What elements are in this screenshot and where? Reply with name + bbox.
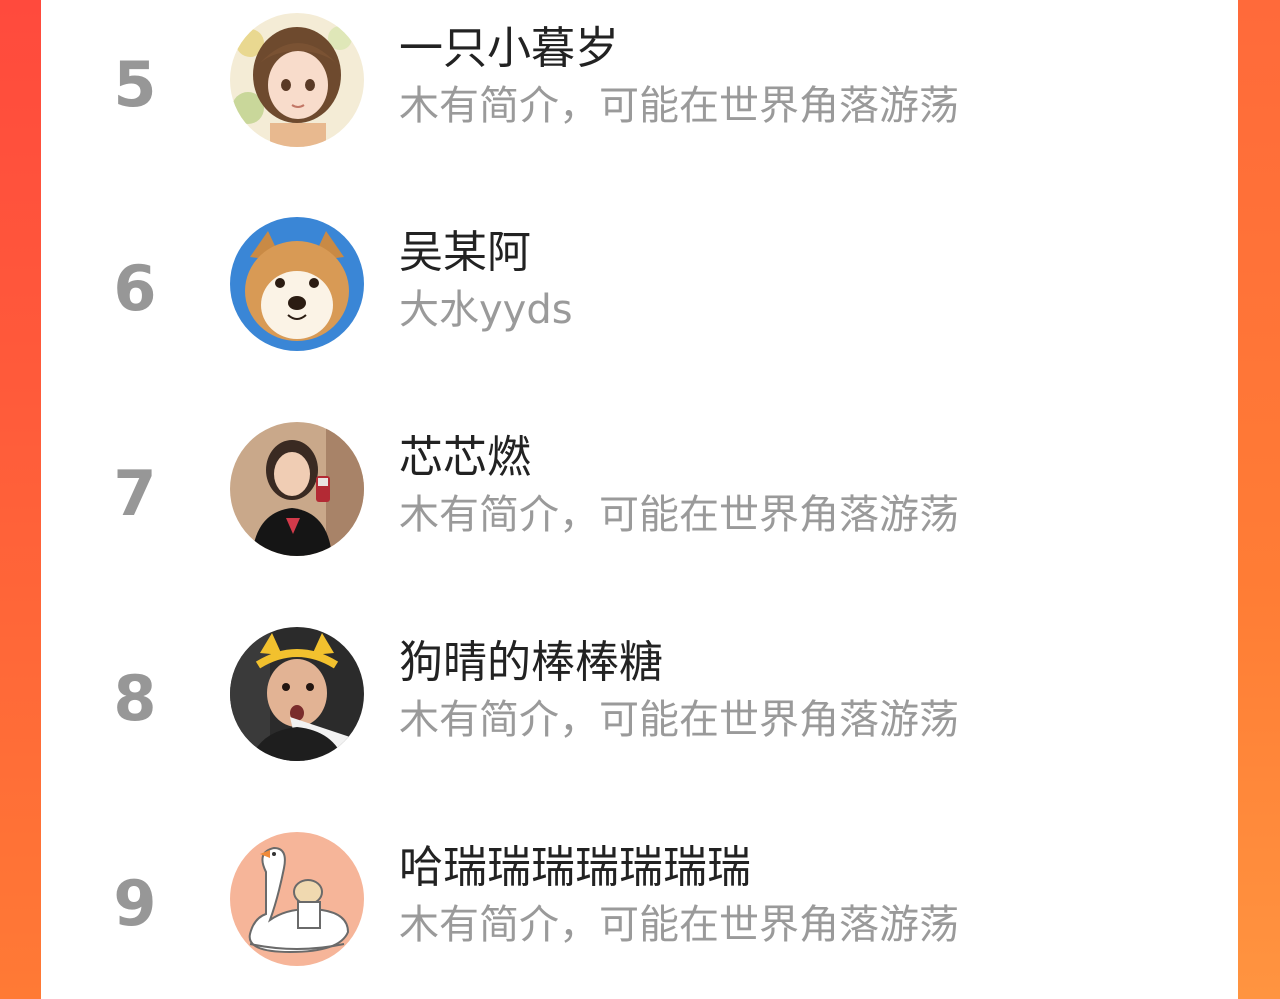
user-name[interactable]: 吴某阿: [399, 231, 531, 275]
user-name[interactable]: 一只小暮岁: [399, 27, 619, 71]
ranking-list-panel: 5 一只小暮岁 木有简介，可能在世界角落游荡 6 吴某阿 大水yyds 7 芯芯…: [41, 0, 1238, 999]
rank-number: 5: [113, 48, 157, 121]
swan-illustration-avatar-icon[interactable]: [230, 832, 364, 966]
background-accent-right: [1236, 0, 1280, 999]
rank-number: 6: [113, 252, 157, 325]
rank-number: 9: [113, 867, 157, 940]
user-name[interactable]: 芯芯燃: [399, 436, 531, 480]
user-bio: 木有简介，可能在世界角落游荡: [399, 902, 959, 948]
rank-number: 8: [113, 662, 157, 735]
rank-number: 7: [113, 457, 157, 530]
user-bio: 木有简介，可能在世界角落游荡: [399, 492, 959, 538]
ranking-row[interactable]: 6 吴某阿 大水yyds: [41, 204, 1238, 364]
user-bio: 木有简介，可能在世界角落游荡: [399, 83, 959, 129]
shiba-dog-avatar-icon[interactable]: [230, 217, 364, 351]
user-bio: 木有简介，可能在世界角落游荡: [399, 697, 959, 743]
user-name[interactable]: 哈瑞瑞瑞瑞瑞瑞瑞: [399, 846, 751, 890]
selfie-girl-avatar-icon[interactable]: [230, 422, 364, 556]
ranking-row[interactable]: 7 芯芯燃 木有简介，可能在世界角落游荡: [41, 409, 1238, 569]
anime-girl-avatar-icon[interactable]: [230, 13, 364, 147]
ranking-row[interactable]: 5 一只小暮岁 木有简介，可能在世界角落游荡: [41, 0, 1238, 160]
user-bio: 大水yyds: [399, 287, 573, 333]
ranking-row[interactable]: 9 哈瑞瑞瑞瑞瑞瑞瑞 木有简介，可能在世界角落游荡: [41, 819, 1238, 979]
user-name[interactable]: 狗晴的棒棒糖: [399, 641, 663, 685]
man-headband-avatar-icon[interactable]: [230, 627, 364, 761]
ranking-row[interactable]: 8 狗晴的棒棒糖 木有简介，可能在世界角落游荡: [41, 614, 1238, 774]
